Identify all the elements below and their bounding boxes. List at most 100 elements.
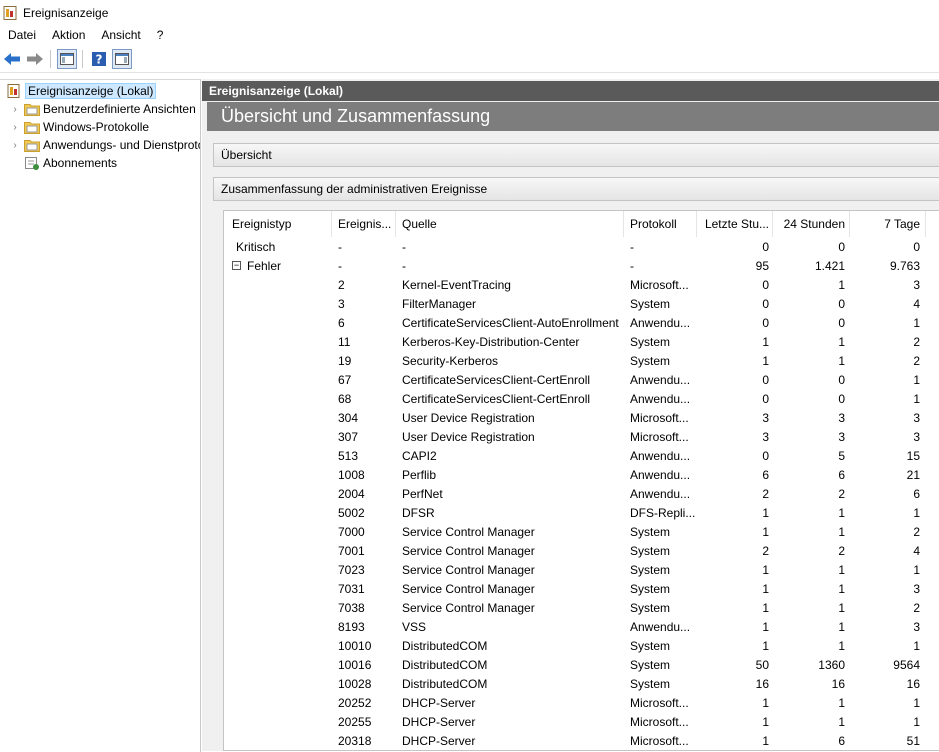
cell-source: Service Control Manager [402,600,535,615]
cell-event-id: 67 [338,372,352,387]
cell-7-days: 9564 [893,657,920,672]
tree-expander-icon[interactable]: › [8,140,22,151]
tree-expander-icon[interactable]: › [8,104,22,115]
cell-last-hour: 1 [762,581,769,596]
table-row[interactable]: 19 Security-Kerberos System 1 1 2 [224,351,939,370]
cell-log: System [630,657,671,672]
tree-expander-icon[interactable]: › [8,122,22,133]
forward-button[interactable] [24,48,46,70]
show-hide-console-tree-button[interactable] [56,48,78,70]
cell-event-type [236,351,332,370]
cell-last-hour: 95 [755,258,769,273]
table-row[interactable]: 307 User Device Registration Microsoft... 3… [224,427,939,446]
cell-24-hours: 2 [838,543,845,558]
back-button[interactable] [1,48,23,70]
section-admin-events-summary[interactable]: Zusammenfassung der administrativen Erei… [213,177,939,201]
cell-last-hour: 0 [762,277,769,292]
table-row[interactable]: 7000 Service Control Manager System 1 1 2 [224,522,939,541]
cell-event-type [236,484,332,503]
table-row[interactable]: 513 CAPI2 Anwendu... 0 5 15 [224,446,939,465]
table-row[interactable]: 20252 DHCP-Server Microsoft... 1 1 1 [224,693,939,712]
cell-source: FilterManager [402,296,477,311]
table-group-row[interactable]: Kritisch - - - 0 0 0 [224,237,939,256]
tree-item-custom-views[interactable]: › Benutzerdefinierte Ansichten [8,100,196,118]
help-button[interactable]: ? [88,48,110,70]
cell-7-days: 1 [913,372,920,387]
section-overview[interactable]: Übersicht [213,143,939,167]
cell-log: Anwendu... [630,448,691,463]
cell-7-days: 2 [913,600,920,615]
cell-24-hours: 1 [838,562,845,577]
event-viewer-app-icon [3,5,17,20]
column-header-24-hours[interactable]: 24 Stunden [773,211,850,237]
cell-event-id: 304 [338,410,359,425]
cell-24-hours: 6 [838,733,845,748]
table-row[interactable]: 10028 DistributedCOM System 16 16 16 [224,674,939,693]
menu-datei[interactable]: Datei [0,28,44,42]
table-row[interactable]: 7038 Service Control Manager System 1 1 2 [224,598,939,617]
table-row[interactable]: 10016 DistributedCOM System 50 1360 9564 [224,655,939,674]
tree-item-windows-logs[interactable]: › Windows-Protokolle [8,118,149,136]
help-icon: ? [92,52,106,67]
table-row[interactable]: 10010 DistributedCOM System 1 1 1 [224,636,939,655]
table-row[interactable]: 2 Kernel-EventTracing Microsoft... 0 1 3 [224,275,939,294]
cell-source: Service Control Manager [402,543,535,558]
cell-event-type [236,731,332,750]
cell-last-hour: 3 [762,429,769,444]
cell-event-id: 7038 [338,600,365,615]
tree-item-subscriptions[interactable]: Abonnements [8,154,117,172]
cell-log: Microsoft... [630,714,689,729]
cell-source: CertificateServicesClient-AutoEnrollment [402,315,619,330]
section-summary-label: Zusammenfassung der administrativen Erei… [221,182,488,196]
table-group-row[interactable]: − Fehler - - -95 1.421 9.763 [224,256,939,275]
table-row[interactable]: 304 User Device Registration Microsoft... 3… [224,408,939,427]
cell-event-id: 6 [338,315,345,330]
table-row[interactable]: 8193 VSS Anwendu... 1 1 3 [224,617,939,636]
cell-7-days: 1 [913,315,920,330]
cell-7-days: 1 [913,505,920,520]
folder-icon [24,140,40,152]
table-row[interactable]: 2004 PerfNet Anwendu... 2 2 6 [224,484,939,503]
column-header-source[interactable]: Quelle [396,211,624,237]
cell-event-id: 2 [338,277,345,292]
table-row[interactable]: 7031 Service Control Manager System 1 1 3 [224,579,939,598]
table-row[interactable]: 7023 Service Control Manager System 1 1 1 [224,560,939,579]
event-type-label: Kritisch [236,239,276,254]
table-row[interactable]: 20255 DHCP-Server Microsoft... 1 1 1 [224,712,939,731]
table-row[interactable]: 11 Kerberos-Key-Distribution-Center System… [224,332,939,351]
cell-source: Service Control Manager [402,524,535,539]
table-row[interactable]: 3 FilterManager System 0 0 4 [224,294,939,313]
menu-ansicht[interactable]: Ansicht [93,28,148,42]
cell-event-id: 307 [338,429,359,444]
table-row[interactable]: 6 CertificateServicesClient-AutoEnrollmen… [224,313,939,332]
cell-24-hours: 1 [838,505,845,520]
svg-text:?: ? [96,53,103,67]
collapse-icon[interactable]: − [232,261,241,270]
cell-log: - [630,258,634,273]
menu-aktion[interactable]: Aktion [44,28,93,42]
column-header-log[interactable]: Protokoll [624,211,697,237]
tree-item-event-viewer-local[interactable]: Ereignisanzeige (Lokal) [0,82,157,100]
table-row[interactable]: 7001 Service Control Manager System 2 2 4 [224,541,939,560]
cell-log: Anwendu... [630,372,691,387]
table-row[interactable]: 1008 Perflib Anwendu... 6 6 21 [224,465,939,484]
cell-log: Anwendu... [630,391,691,406]
table-row[interactable]: 67 CertificateServicesClient-CertEnroll An… [224,370,939,389]
cell-24-hours: 1 [838,619,845,634]
column-header-7-days[interactable]: 7 Tage [850,211,926,237]
cell-event-id: 5002 [338,505,365,520]
column-header-event-type[interactable]: Ereignistyp [224,211,332,237]
cell-event-id: 10016 [338,657,372,672]
menu-help[interactable]: ? [149,28,172,42]
table-row[interactable]: 5002 DFSR DFS-Repli... 1 1 1 [224,503,939,522]
table-row[interactable]: 20318 DHCP-Server Microsoft... 1 6 51 [224,731,939,750]
cell-last-hour: 1 [762,695,769,710]
column-header-last-hour[interactable]: Letzte Stu... [697,211,773,237]
cell-event-id: 11 [338,334,351,349]
table-row[interactable]: 68 CertificateServicesClient-CertEnroll An… [224,389,939,408]
tree-item-app-service-logs[interactable]: › Anwendungs- und Dienstprotokolle [8,136,200,154]
cell-log: Anwendu... [630,619,691,634]
cell-7-days: 9.763 [889,258,920,273]
column-header-event-id[interactable]: Ereignis... [332,211,396,237]
show-hide-action-pane-button[interactable] [111,48,133,70]
